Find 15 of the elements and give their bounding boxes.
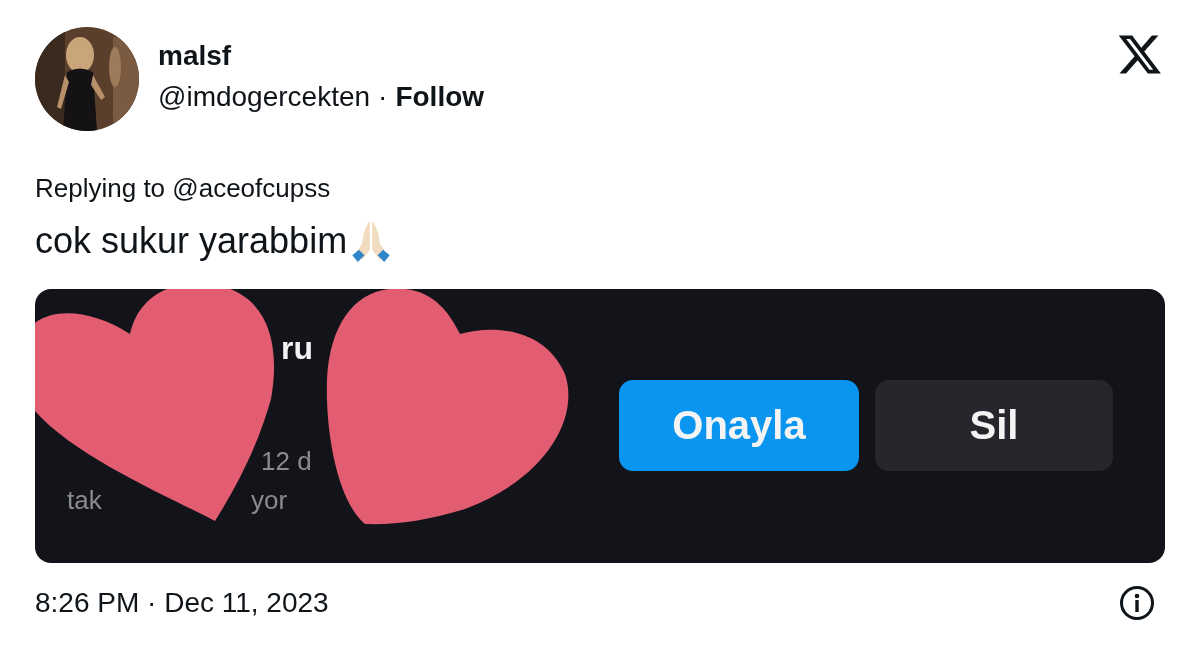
- tweet-text: cok sukur yarabbim: [35, 219, 348, 263]
- timestamp[interactable]: 8:26 PM · Dec 11, 2023: [35, 583, 329, 623]
- author-handle[interactable]: @imdogercekten: [158, 77, 371, 117]
- author-name[interactable]: malsf: [158, 39, 485, 73]
- replying-to-text: Replying to @aceofcupss: [35, 172, 332, 205]
- partial-text: yor: [251, 484, 288, 516]
- partial-text: tak: [67, 484, 102, 516]
- follow-link[interactable]: Follow: [395, 77, 485, 117]
- approve-button: Onayla: [619, 379, 859, 471]
- partial-text: 12 d: [261, 445, 312, 477]
- delete-button: Sil: [875, 379, 1113, 471]
- separator-dot: ·: [378, 80, 388, 114]
- partial-text: ru: [281, 329, 313, 367]
- info-icon[interactable]: [1119, 585, 1155, 621]
- attached-screenshot[interactable]: ru 12 d tak yor Onayla Sil: [35, 289, 1165, 563]
